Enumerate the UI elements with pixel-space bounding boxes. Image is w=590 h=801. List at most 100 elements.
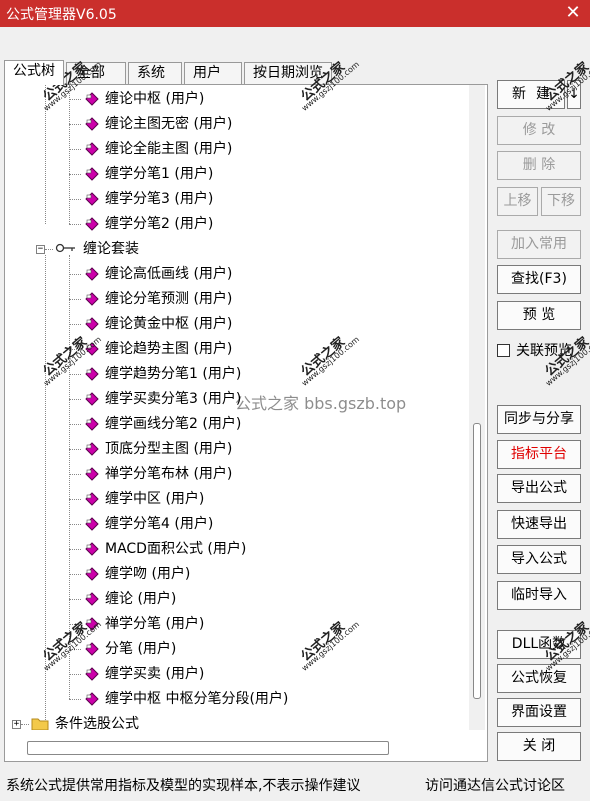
tree-panel: 缠论中枢 (用户) 缠论主图无密 (用户) 缠论全能主图 (用户) 缠学分笔1 (用户… xyxy=(4,84,488,762)
horizontal-scrollbar[interactable] xyxy=(27,741,389,755)
tree-connector xyxy=(21,724,29,725)
tab-all[interactable]: 全部 xyxy=(66,62,126,84)
tree-leaf-item[interactable]: 缠学中枢 中枢分笔分段(用户) xyxy=(5,687,465,712)
tree-connector xyxy=(69,99,81,100)
tree-leaf-item[interactable]: 顶底分型主图 (用户) xyxy=(5,437,465,462)
vertical-scroll-thumb[interactable] xyxy=(473,423,481,699)
formula-icon xyxy=(85,417,99,431)
forum-link[interactable]: 访问通达信公式讨论区 xyxy=(425,775,565,795)
import-formula-button[interactable]: 导入公式 xyxy=(497,545,581,574)
modify-button[interactable]: 修 改 xyxy=(497,116,581,145)
export-formula-button[interactable]: 导出公式 xyxy=(497,474,581,503)
formula-restore-button[interactable]: 公式恢复 xyxy=(497,664,581,693)
formula-icon xyxy=(85,92,99,106)
tree-leaf-item[interactable]: 缠论中枢 (用户) xyxy=(5,87,465,112)
status-bar: 系统公式提供常用指标及模型的实现样本,不表示操作建议 访问通达信公式讨论区 xyxy=(0,769,590,801)
tree-leaf-item[interactable]: MACD面积公式 (用户) xyxy=(5,537,465,562)
tree-item-label: 缠论高低画线 (用户) xyxy=(105,266,233,282)
tree-leaf-item[interactable]: 缠论 (用户) xyxy=(5,587,465,612)
tree-item-label: 缠学买卖 (用户) xyxy=(105,666,205,682)
tab-by-date[interactable]: 按日期浏览 xyxy=(244,62,332,84)
preview-button[interactable]: 预 览 xyxy=(497,301,581,330)
tree-leaf-item[interactable]: 分笔 (用户) xyxy=(5,637,465,662)
tree-leaf-item[interactable]: 缠学吻 (用户) xyxy=(5,562,465,587)
new-dropdown-arrow[interactable]: ↓ xyxy=(567,80,581,109)
tree-connector xyxy=(69,599,81,600)
tree-leaf-item[interactable]: 缠学中区 (用户) xyxy=(5,487,465,512)
tree-connector xyxy=(69,424,81,425)
tree-leaf-item[interactable]: 缠学分笔1 (用户) xyxy=(5,162,465,187)
tree-connector xyxy=(69,199,81,200)
tree-item-label: 缠论黄金中枢 (用户) xyxy=(105,316,233,332)
dll-function-button[interactable]: DLL函数 xyxy=(497,630,581,659)
move-down-button[interactable]: 下移 xyxy=(541,187,581,216)
tree-item-label: 缠学中区 (用户) xyxy=(105,491,205,507)
tree-item-label: 缠学趋势分笔1 (用户) xyxy=(105,366,242,382)
checkbox-box[interactable] xyxy=(497,343,510,357)
formula-tree[interactable]: 缠论中枢 (用户) 缠论主图无密 (用户) 缠论全能主图 (用户) 缠学分笔1 (用户… xyxy=(5,85,471,730)
tree-leaf-item[interactable]: 禅学分笔布林 (用户) xyxy=(5,462,465,487)
tab-formula-tree[interactable]: 公式树 xyxy=(4,60,64,85)
formula-icon xyxy=(85,667,99,681)
delete-button[interactable]: 删 除 xyxy=(497,151,581,180)
move-up-button[interactable]: 上移 xyxy=(497,187,538,216)
quick-export-button[interactable]: 快速导出 xyxy=(497,510,581,539)
key-icon xyxy=(55,241,77,259)
tree-folder-node[interactable]: + 条件选股公式 xyxy=(5,712,465,730)
tree-item-label: 缠论 (用户) xyxy=(105,591,177,607)
vertical-scrollbar[interactable] xyxy=(469,85,485,730)
tree-leaf-item[interactable]: 缠论全能主图 (用户) xyxy=(5,137,465,162)
tree-item-label: 缠论中枢 (用户) xyxy=(105,91,205,107)
find-button[interactable]: 查找(F3) xyxy=(497,265,581,294)
tree-connector xyxy=(69,549,81,550)
sync-share-button[interactable]: 同步与分享 xyxy=(497,405,581,434)
tree-connector xyxy=(69,149,81,150)
new-button[interactable]: 新建 xyxy=(497,80,565,109)
tree-item-label: 分笔 (用户) xyxy=(105,641,177,657)
tree-leaf-item[interactable]: 缠学趋势分笔1 (用户) xyxy=(5,362,465,387)
tree-leaf-item[interactable]: 禅学分笔 (用户) xyxy=(5,612,465,637)
expand-icon[interactable]: + xyxy=(12,720,21,729)
close-button[interactable]: 关 闭 xyxy=(497,732,581,761)
tree-leaf-item[interactable]: 缠论分笔预测 (用户) xyxy=(5,287,465,312)
tree-item-label: 缠学分笔3 (用户) xyxy=(105,191,214,207)
tree-item-label: 顶底分型主图 (用户) xyxy=(105,441,233,457)
ui-settings-button[interactable]: 界面设置 xyxy=(497,698,581,727)
tab-user[interactable]: 用户 xyxy=(184,62,242,84)
formula-icon xyxy=(85,567,99,581)
tree-connector xyxy=(69,624,81,625)
collapse-icon[interactable]: − xyxy=(36,245,45,254)
tree-group-node[interactable]: − 缠论套装 xyxy=(5,237,465,262)
tree-leaf-item[interactable]: 缠论主图无密 (用户) xyxy=(5,112,465,137)
tree-leaf-item[interactable]: 缠论高低画线 (用户) xyxy=(5,262,465,287)
new-button-group: 新建 ↓ xyxy=(497,80,581,109)
linked-preview-checkbox[interactable]: 关联预览 xyxy=(497,342,572,359)
tree-group-label: 缠论套装 xyxy=(83,241,139,257)
tree-connector xyxy=(69,574,81,575)
tree-item-label: 缠论全能主图 (用户) xyxy=(105,141,233,157)
close-icon[interactable]: ✕ xyxy=(562,2,584,24)
tree-connector xyxy=(69,374,81,375)
tree-leaf-item[interactable]: 缠学分笔2 (用户) xyxy=(5,212,465,237)
temp-import-button[interactable]: 临时导入 xyxy=(497,581,581,610)
indicator-platform-button[interactable]: 指标平台 xyxy=(497,440,581,469)
tree-connector xyxy=(69,274,81,275)
tree-leaf-item[interactable]: 缠学画线分笔2 (用户) xyxy=(5,412,465,437)
tree-connector xyxy=(69,524,81,525)
formula-icon xyxy=(85,692,99,706)
tree-item-label: 缠论分笔预测 (用户) xyxy=(105,291,233,307)
tree-leaf-item[interactable]: 缠学买卖 (用户) xyxy=(5,662,465,687)
tree-leaf-item[interactable]: 缠学分笔4 (用户) xyxy=(5,512,465,537)
tree-item-label: 禅学分笔布林 (用户) xyxy=(105,466,233,482)
tab-system[interactable]: 系统 xyxy=(128,62,182,84)
tree-connector xyxy=(45,249,53,250)
add-common-button[interactable]: 加入常用 xyxy=(497,230,581,259)
tree-leaf-item[interactable]: 缠论黄金中枢 (用户) xyxy=(5,312,465,337)
status-disclaimer: 系统公式提供常用指标及模型的实现样本,不表示操作建议 xyxy=(6,778,361,794)
tree-connector xyxy=(69,474,81,475)
tree-leaf-item[interactable]: 缠学买卖分笔3 (用户) xyxy=(5,387,465,412)
tree-leaf-item[interactable]: 缠学分笔3 (用户) xyxy=(5,187,465,212)
tree-connector xyxy=(69,399,81,400)
tab-strip: 公式树 全部 系统 用户 按日期浏览 xyxy=(4,60,334,85)
tree-leaf-item[interactable]: 缠论趋势主图 (用户) xyxy=(5,337,465,362)
